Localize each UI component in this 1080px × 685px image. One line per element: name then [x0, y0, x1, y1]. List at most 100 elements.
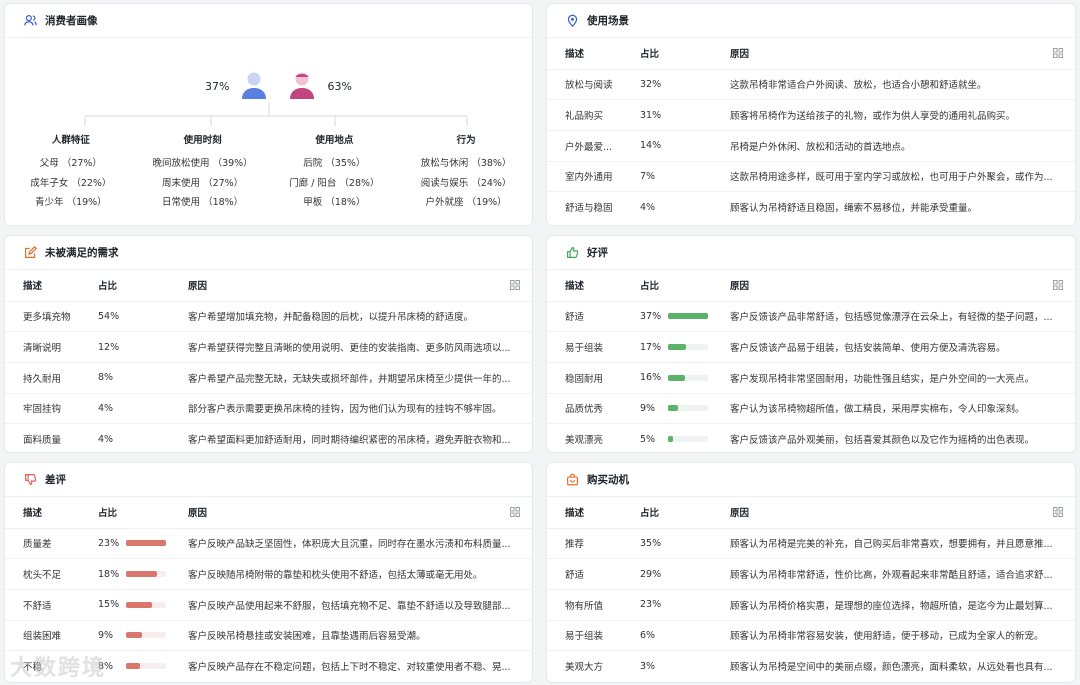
table-row: 物有所值 23% 顾客认为吊椅价格实惠，是理想的座位选择，物超所值，是迄今为止最划算… — [547, 589, 1075, 621]
row-pct: 4% — [80, 393, 170, 425]
table-row: 放松与阅读 32% 这款吊椅非常适合户外阅读、放松，也适合小憩和舒适就坐。 — [547, 69, 1075, 101]
row-reason: 顾客认为吊椅价格实惠，是理想的座位选择，物超所值，是迄今为止最划算... — [712, 589, 1075, 621]
column-header-desc: 描述 — [5, 497, 80, 529]
column-header-desc: 描述 — [547, 38, 622, 70]
row-reason: 客户反馈该产品易于组装，包括安装简单、使用方便及清洗容易。 — [712, 331, 1075, 363]
column-header-desc: 描述 — [5, 270, 80, 302]
persona-column-item: 青少年 （19%） — [35, 197, 107, 208]
row-reason: 客户反馈该产品外观美丽，包括喜爱其颜色以及它作为摇椅的出色表现。 — [730, 435, 1035, 447]
positive-table: 描述 占比 原因 舒适 37% 客户反馈该产品非常舒适，包括感觉像漂浮在云朵上，有轻… — [547, 270, 1075, 452]
row-reason: 顾客认为吊椅非常舒适，性价比高，外观看起来非常酷且舒适，适合追求舒... — [712, 558, 1075, 590]
shopping-bag-icon — [565, 473, 579, 487]
row-pct: 15% — [98, 599, 120, 611]
row-pct: 9% — [98, 629, 114, 641]
percent-bar-fill — [126, 663, 140, 670]
table-header-row: 描述 占比 原因 — [547, 497, 1075, 529]
table-row: 品质优秀 9% 客户认为该吊椅物超所值，做工精良，采用厚实棉布，令人印象深刻。 — [547, 393, 1075, 425]
unmet-card: 未被满足的需求 描述 占比 原因 更多填充物 54% 客户希望增加填充物，并配备稳固… — [4, 235, 533, 453]
percent-bar — [668, 374, 708, 381]
table-row: 易于组装 17% 客户反馈该产品易于组装，包括安装简单、使用方便及清洗容易。 — [547, 331, 1075, 363]
row-pct: 31% — [622, 99, 712, 131]
grid-view-icon[interactable] — [1053, 280, 1063, 293]
persona-column-item: 户外就座 （19%） — [425, 197, 507, 208]
table-row: 面料质量 4% 客户希望面料更加舒适耐用，同时期待编织紧密的吊床椅，避免弄脏衣物和.… — [5, 424, 532, 452]
row-reason: 客户反映随吊椅附带的靠垫和枕头使用不舒适，包括太薄或毫无用处。 — [170, 558, 532, 590]
row-reason: 客户希望获得完整且清晰的使用说明、更佳的安装指南、更多防风雨选项以... — [170, 331, 532, 363]
motive-table: 描述 占比 原因 推荐 35% 顾客认为吊椅是完美的补充，自己购买后非常喜欢，想要拥… — [547, 497, 1075, 681]
positive-header: 好评 — [547, 236, 1075, 270]
percent-bar — [668, 405, 708, 412]
row-desc: 枕头不足 — [5, 558, 80, 590]
scenes-card: 使用场景 描述 占比 原因 放松与阅读 32% 这款吊椅非常适合户外阅读、放松，也适… — [546, 3, 1076, 226]
persona-column-item: 日常使用 （18%） — [162, 197, 244, 208]
percent-bar-fill — [668, 405, 678, 412]
column-header-reason: 原因 — [712, 497, 1075, 529]
motive-card: 购买动机 描述 占比 原因 推荐 35% 顾客认为吊椅是完美的补充，自己购买后非常喜… — [546, 462, 1076, 683]
column-header-pct: 占比 — [80, 497, 170, 529]
thumbs-up-icon — [565, 246, 579, 260]
table-row: 牢固挂钩 4% 部分客户表示需要更换吊床椅的挂钩，因为他们认为现有的挂钩不够牢固。 — [5, 393, 532, 425]
row-desc: 室内外通用 — [547, 161, 622, 193]
percent-bar — [126, 601, 166, 608]
persona-column-title: 使用时刻 — [183, 135, 222, 146]
row-pct: 17% — [640, 341, 662, 353]
row-desc: 美观大方 — [565, 662, 604, 674]
row-desc: 礼品购买 — [547, 99, 622, 131]
table-row: 舒适 37% 客户反馈该产品非常舒适，包括感觉像漂浮在云朵上，有轻微的垫子问题，..… — [547, 301, 1075, 333]
table-header-row: 描述 占比 原因 — [5, 497, 532, 529]
row-reason: 客户反映产品缺乏坚固性，体积庞大且沉重，同时存在墨水污渍和布料质量... — [170, 528, 532, 560]
row-desc: 推荐 — [547, 528, 622, 560]
negative-title: 差评 — [45, 474, 66, 486]
grid-view-icon[interactable] — [1053, 507, 1063, 520]
percent-bar-fill — [126, 632, 142, 639]
row-pct: 9% — [640, 402, 656, 414]
table-row: 美观大方 3% 顾客认为吊椅是空间中的美丽点缀，颜色漂亮，面料柔软，从远处看也具有.… — [547, 651, 1075, 682]
table-row: 美观漂亮 5% 客户反馈该产品外观美丽，包括喜爱其颜色以及它作为摇椅的出色表现。 — [547, 424, 1075, 452]
row-pct: 4% — [98, 433, 114, 445]
persona-column: 使用时刻 晚间放松使用 （39%） 周末使用 （27%） 日常使用 （18%） — [137, 132, 269, 213]
row-reason: 吊椅是户外休闲、放松和活动的首选地点。 — [712, 130, 1075, 162]
row-pct: 5% — [640, 433, 656, 445]
row-pct: 6% — [622, 620, 712, 652]
row-reason: 客户希望增加填充物，并配备稳固的后枕，以提升吊床椅的舒适度。 — [170, 301, 532, 333]
table-row: 清晰说明 12% 客户希望获得完整且清晰的使用说明、更佳的安装指南、更多防风雨选项以… — [5, 331, 532, 363]
row-pct: 4% — [640, 201, 656, 213]
row-desc: 组装困难 — [5, 620, 80, 652]
row-reason: 客户反映产品使用起来不舒服，包括填充物不足、靠垫不舒适以及导致腿部... — [170, 589, 532, 621]
positive-title: 好评 — [587, 247, 608, 259]
unmet-header: 未被满足的需求 — [5, 236, 532, 270]
column-header-pct: 占比 — [622, 270, 712, 302]
row-reason: 客户反映吊椅悬挂或安装困难，且靠垫遇雨后容易受潮。 — [170, 620, 532, 652]
column-header-desc: 描述 — [547, 270, 622, 302]
persona-column-item: 后院 （35%） — [303, 158, 366, 169]
location-pin-icon — [565, 14, 579, 28]
table-row: 推荐 35% 顾客认为吊椅是完美的补充，自己购买后非常喜欢，想要拥有，并且愿意推..… — [547, 528, 1075, 560]
column-header-reason: 原因 — [712, 270, 1075, 302]
persona-column-item: 门廊 / 阳台 （28%） — [289, 177, 380, 189]
column-header-pct: 占比 — [622, 38, 712, 70]
grid-view-icon[interactable] — [510, 280, 520, 293]
row-reason: 部分客户表示需要更换吊床椅的挂钩，因为他们认为现有的挂钩不够牢固。 — [170, 393, 532, 425]
percent-bar — [668, 436, 708, 443]
persona-column: 人群特征 父母 （27%） 成年子女 （22%） 青少年 （19%） — [5, 132, 137, 213]
male-avatar-icon — [239, 70, 269, 103]
grid-view-icon[interactable] — [510, 507, 520, 520]
female-percent: 63% — [327, 80, 352, 93]
watermark-text: 大数跨境 — [10, 656, 107, 681]
grid-view-icon[interactable] — [1053, 48, 1063, 61]
column-header-desc: 描述 — [547, 497, 622, 529]
users-icon — [23, 14, 37, 28]
table-header-row: 描述 占比 原因 — [5, 270, 532, 302]
persona-card: 消费者画像 37% 63% 人群特征 父母 （27%） 成年子女 （22%） 青… — [4, 3, 533, 226]
motive-header: 购买动机 — [547, 463, 1075, 497]
persona-column-item: 成年子女 （22%） — [30, 177, 112, 189]
row-pct: 54% — [80, 301, 170, 333]
table-row: 枕头不足 18% 客户反映随吊椅附带的靠垫和枕头使用不舒适，包括太薄或毫无用处。 — [5, 558, 532, 590]
row-desc: 质量差 — [5, 528, 80, 560]
percent-bar — [126, 663, 166, 670]
table-row: 持久耐用 8% 客户希望产品完整无缺，无缺失或损坏部件，并期望吊床椅至少提供一年的.… — [5, 362, 532, 394]
row-desc: 持久耐用 — [5, 362, 80, 394]
male-percent: 37% — [205, 80, 230, 93]
persona-column-item: 甲板 （18%） — [303, 197, 366, 208]
row-pct: 12% — [80, 331, 170, 363]
